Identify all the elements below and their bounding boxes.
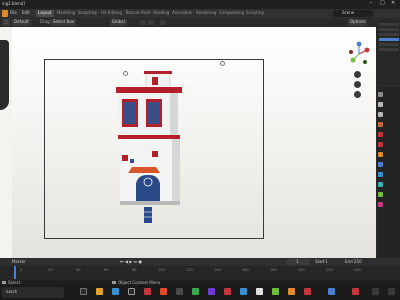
transform-orientation-dropdown[interactable]: Global	[110, 19, 127, 26]
modifier-properties-icon[interactable]	[378, 162, 383, 167]
mouse-left-icon	[2, 281, 6, 284]
snap-icon[interactable]	[148, 20, 154, 25]
pivot-icon[interactable]	[140, 20, 146, 25]
timeline-header	[0, 258, 400, 266]
object-properties-icon[interactable]	[378, 152, 383, 157]
window-title: ing2.blend]	[2, 1, 25, 6]
app-icon-light[interactable]	[256, 288, 263, 295]
tab-compositing[interactable]: Compositing	[217, 10, 246, 17]
tick-label: 240	[354, 268, 361, 272]
outliner-row[interactable]	[379, 43, 399, 46]
app-icon-purple[interactable]	[208, 288, 215, 295]
tick-label: 80	[132, 268, 137, 272]
house-model[interactable]	[108, 69, 188, 249]
tab-scripting[interactable]: Scripting	[244, 10, 266, 17]
playback-controls[interactable]: ⏮ ◀ ▶ ⏭ ●	[120, 260, 142, 264]
tool-properties-icon[interactable]	[378, 92, 383, 97]
blender-task-icon[interactable]	[288, 288, 295, 295]
xbox-icon[interactable]	[192, 288, 199, 295]
minimize-icon[interactable]: –	[370, 1, 373, 6]
tick-label: 220	[326, 268, 333, 272]
tick-label: 20	[48, 268, 53, 272]
app-icon-red-4[interactable]	[352, 288, 359, 295]
scene-properties-icon[interactable]	[378, 132, 383, 137]
tick-label: 200	[298, 268, 305, 272]
system-tray-icon[interactable]	[372, 288, 379, 295]
tick-label: 60	[104, 268, 109, 272]
tab-animation[interactable]: Animation	[170, 10, 194, 17]
output-properties-icon[interactable]	[378, 112, 383, 117]
tick-label: 180	[270, 268, 277, 272]
app-icon-blue[interactable]	[240, 288, 247, 295]
app-icon-green[interactable]	[272, 288, 279, 295]
select-box-dropdown[interactable]: Select Box	[51, 19, 77, 26]
os-search-label: earch	[6, 289, 18, 294]
physics-icon[interactable]	[378, 182, 383, 187]
notifications-icon[interactable]	[388, 288, 395, 295]
tab-rendering[interactable]: Rendering	[194, 10, 218, 17]
constraints-icon[interactable]	[378, 192, 383, 197]
outliner-row[interactable]	[379, 28, 399, 31]
start-field[interactable]: 1	[325, 260, 328, 264]
tab-uv-editing[interactable]: UV Editing	[99, 10, 124, 17]
app-icon-red-2[interactable]	[224, 288, 231, 295]
app-icon-blue-2[interactable]	[328, 288, 335, 295]
zoom-icon[interactable]	[354, 71, 361, 78]
camera-view-icon[interactable]	[354, 91, 361, 98]
outliner-row[interactable]	[379, 23, 399, 26]
app-icon-red[interactable]	[144, 288, 151, 295]
edge-icon[interactable]	[112, 288, 119, 295]
tab-sculpting[interactable]: Sculpting	[76, 10, 99, 17]
scene-label: Scene	[342, 10, 355, 15]
tick-label: 40	[76, 268, 81, 272]
tab-layout[interactable]: Layout	[36, 10, 54, 17]
timeline-marker-menu[interactable]: Marker	[12, 260, 26, 264]
world-properties-icon[interactable]	[378, 142, 383, 147]
maximize-icon[interactable]: □	[380, 1, 385, 6]
options-dropdown[interactable]: Options	[348, 19, 368, 26]
orientation-dropdown[interactable]: Default	[12, 19, 31, 26]
tab-shading[interactable]: Shading	[151, 10, 171, 17]
menu-file[interactable]: File	[10, 11, 17, 15]
outliner-row[interactable]	[379, 33, 399, 36]
title-bar: ing2.blend] – □ ✕	[0, 0, 400, 9]
render-properties-icon[interactable]	[378, 102, 383, 107]
tool-shelf[interactable]	[0, 40, 9, 110]
tab-modeling[interactable]: Modeling	[55, 10, 77, 17]
particles-icon[interactable]	[378, 172, 383, 177]
blender-logo-icon[interactable]	[2, 10, 8, 17]
tab-texture-paint[interactable]: Texture Paint	[123, 10, 153, 17]
task-view-icon[interactable]	[80, 288, 87, 295]
tick-label: 160	[242, 268, 249, 272]
app-icon-red-3[interactable]	[304, 288, 311, 295]
material-properties-icon[interactable]	[378, 202, 383, 207]
menu-edit[interactable]: Edit	[22, 11, 30, 15]
current-frame: 1	[296, 259, 299, 264]
light-gizmo-icon[interactable]	[220, 61, 225, 66]
tick-label: 0	[20, 268, 23, 272]
end-label: End	[345, 259, 353, 264]
close-icon[interactable]: ✕	[391, 1, 395, 6]
start-label: Start	[315, 259, 325, 264]
view-layer-icon[interactable]	[378, 122, 383, 127]
mouse-right-icon	[112, 281, 116, 284]
navigation-gizmo[interactable]	[346, 41, 372, 67]
store-icon[interactable]	[128, 288, 135, 295]
outliner-row-selected[interactable]	[379, 38, 399, 41]
3d-viewport[interactable]	[12, 27, 376, 258]
proportional-edit-icon[interactable]	[160, 20, 166, 25]
object-mode-icon[interactable]: ⬚	[2, 19, 10, 26]
tick-label: 140	[214, 268, 221, 272]
drag-label: Drag:	[40, 19, 52, 24]
app-icon-dark[interactable]	[176, 288, 183, 295]
end-field[interactable]: 250	[354, 260, 362, 264]
tick-label: 100	[158, 268, 165, 272]
outliner-row[interactable]	[379, 48, 399, 51]
office-icon[interactable]	[160, 288, 167, 295]
pan-icon[interactable]	[354, 81, 361, 88]
tick-label: 120	[186, 268, 193, 272]
file-explorer-icon[interactable]	[96, 288, 103, 295]
playhead[interactable]	[14, 266, 16, 279]
